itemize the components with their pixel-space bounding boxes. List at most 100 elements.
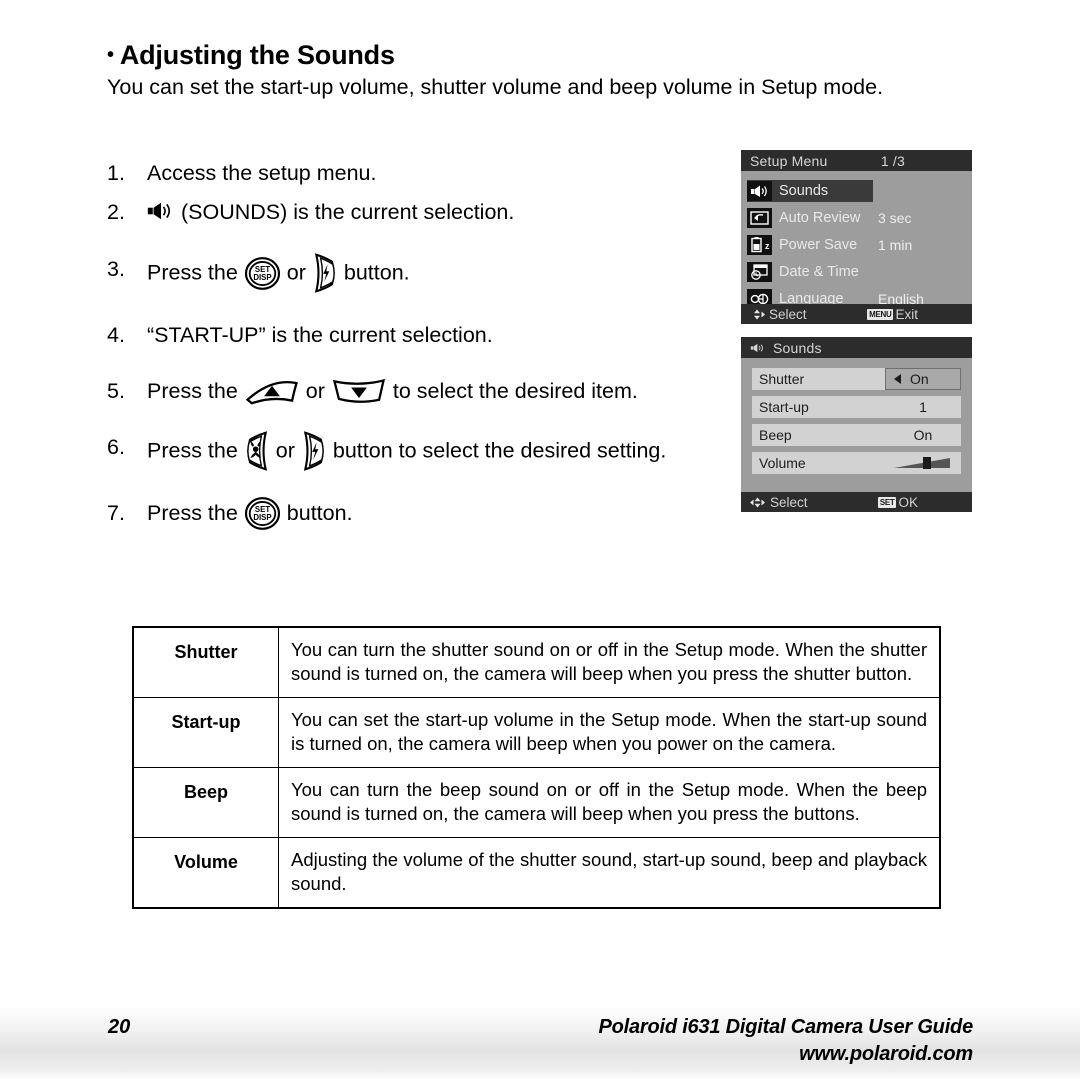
table-definition-startup: You can set the start-up volume in the S… xyxy=(278,697,941,768)
sounds-menu-footer: Select SET OK xyxy=(741,492,972,512)
sounds-row-beep[interactable]: Beep On xyxy=(752,424,961,446)
steps-list: 1. Access the setup menu. 2. (SOUNDS) is… xyxy=(107,158,727,542)
sounds-label-volume: Volume xyxy=(752,452,885,474)
step-4: 4. “START-UP” is the current selection. xyxy=(107,320,727,350)
setup-menu-label-sounds: Sounds xyxy=(779,182,829,199)
sounds-menu-ok-label: OK xyxy=(898,494,918,510)
power-save-icon: z xyxy=(747,234,772,255)
footer-branding: Polaroid i631 Digital Camera User Guide … xyxy=(598,1014,973,1068)
left-arrow-icon xyxy=(894,374,901,384)
table-row: Shutter You can turn the shutter sound o… xyxy=(132,626,941,698)
table-term-beep: Beep xyxy=(132,767,279,838)
step-5: 5. Press the or to select the desired it… xyxy=(107,376,727,406)
svg-text:DISP: DISP xyxy=(253,273,271,282)
setup-menu-value-auto-review: 3 sec xyxy=(878,209,912,226)
step-1-number: 1. xyxy=(107,161,125,185)
sounds-row-shutter[interactable]: Shutter On xyxy=(752,368,961,390)
guide-title: Polaroid i631 Digital Camera User Guide xyxy=(598,1016,973,1038)
step-4-text: “START-UP” is the current selection. xyxy=(147,323,493,347)
four-way-arrows-icon xyxy=(750,497,765,507)
step-2-number: 2. xyxy=(107,200,125,224)
table-row: Beep You can turn the beep sound on or o… xyxy=(132,767,941,838)
setup-menu-exit-label: Exit xyxy=(895,306,918,322)
table-term-startup: Start-up xyxy=(132,697,279,768)
flash-right-button-icon-2 xyxy=(303,431,324,472)
setup-menu-titlebar: Setup Menu 1 /3 xyxy=(741,150,972,171)
setup-menu-footer: Select MENU Exit xyxy=(741,304,972,324)
sounds-value-beep: On xyxy=(885,424,961,446)
intro-paragraph: You can set the start-up volume, shutter… xyxy=(107,75,884,99)
sounds-menu-select-label: Select xyxy=(770,494,808,510)
sounds-value-startup: 1 xyxy=(885,396,961,418)
step-1-text: Access the setup menu. xyxy=(147,161,377,185)
table-definition-volume: Adjusting the volume of the shutter soun… xyxy=(278,837,941,909)
sounds-row-startup[interactable]: Start-up 1 xyxy=(752,396,961,418)
auto-review-icon xyxy=(747,207,772,228)
table-term-volume: Volume xyxy=(132,837,279,909)
step-6-post: button to select the desired setting. xyxy=(332,439,667,463)
setup-menu-item-auto-review[interactable]: Auto Review 3 sec xyxy=(741,204,972,231)
svg-text:DISP: DISP xyxy=(253,513,271,522)
setup-menu-page-indicator: 1 /3 xyxy=(880,152,905,169)
setup-menu-screenshot: Setup Menu 1 /3 Sounds Auto Review 3 sec… xyxy=(741,150,972,324)
step-7: 7. Press the SET DISP button. xyxy=(107,497,727,531)
step-6-pre: Press the xyxy=(147,439,238,463)
step-5-pre: Press the xyxy=(147,379,238,403)
table-row: Volume Adjusting the volume of the shutt… xyxy=(132,837,941,909)
step-2: 2. (SOUNDS) is the current selection. xyxy=(107,197,727,227)
step-4-number: 4. xyxy=(107,323,125,347)
updown-right-arrows-icon xyxy=(754,309,765,319)
step-5-mid: or xyxy=(305,379,325,403)
down-arrow-button-icon xyxy=(332,379,385,404)
step-6-number: 6. xyxy=(107,435,125,460)
speaker-icon xyxy=(147,202,171,220)
setup-menu-value-power-save: 1 min xyxy=(878,236,913,253)
sounds-row-volume[interactable]: Volume xyxy=(752,452,961,474)
step-3-number: 3. xyxy=(107,257,125,281)
set-disp-button-icon-2: SET DISP xyxy=(244,497,280,531)
sounds-menu-title: Sounds xyxy=(773,339,822,356)
setup-menu-item-sounds[interactable]: Sounds xyxy=(741,177,972,204)
step-3-post: button. xyxy=(343,260,410,285)
page-title-text: Adjusting the Sounds xyxy=(119,40,395,70)
step-5-post: to select the desired item. xyxy=(392,379,638,403)
setup-menu-item-date-time[interactable]: Date & Time xyxy=(741,258,972,285)
sounds-menu-titlebar: Sounds xyxy=(741,337,972,358)
speaker-icon xyxy=(747,180,772,201)
volume-wedge-icon xyxy=(894,457,950,469)
step-6-mid: or xyxy=(275,439,295,463)
page-title: • Adjusting the Sounds xyxy=(107,40,395,71)
svg-text:z: z xyxy=(765,241,770,251)
website-url[interactable]: www.polaroid.com xyxy=(598,1041,973,1068)
bullet-icon: • xyxy=(107,44,114,66)
sounds-label-shutter: Shutter xyxy=(752,368,885,390)
set-disp-button-icon: SET DISP xyxy=(244,256,280,290)
up-arrow-button-icon xyxy=(245,381,298,405)
setup-menu-list: Sounds Auto Review 3 sec z Power Save 1 … xyxy=(741,171,972,309)
sound-settings-description-table: Shutter You can turn the shutter sound o… xyxy=(132,626,941,909)
step-3-pre: Press the xyxy=(147,260,238,285)
step-7-post: button. xyxy=(286,501,353,526)
table-term-shutter: Shutter xyxy=(132,626,279,698)
step-7-pre: Press the xyxy=(147,501,238,526)
step-6: 6. Press the or button to select the des… xyxy=(107,431,727,472)
sounds-menu-screenshot: Sounds Shutter On Start-up 1 Beep On Vol… xyxy=(741,337,972,512)
volume-slider[interactable] xyxy=(885,452,961,474)
sounds-menu-list: Shutter On Start-up 1 Beep On Volume xyxy=(741,358,972,492)
page-number: 20 xyxy=(108,1016,131,1038)
setup-menu-item-power-save[interactable]: z Power Save 1 min xyxy=(741,231,972,258)
sounds-value-shutter[interactable]: On xyxy=(885,368,961,390)
date-time-icon xyxy=(747,261,772,282)
macro-left-button-icon xyxy=(246,431,267,472)
menu-badge: MENU xyxy=(867,308,894,320)
step-7-number: 7. xyxy=(107,501,125,526)
step-3: 3. Press the SET DISP or button. xyxy=(107,253,727,294)
sounds-label-startup: Start-up xyxy=(752,396,885,418)
manual-page: • Adjusting the Sounds You can set the st… xyxy=(0,0,1080,1080)
flash-right-button-icon xyxy=(314,253,335,293)
table-definition-beep: You can turn the beep sound on or off in… xyxy=(278,767,941,838)
step-3-mid: or xyxy=(286,260,306,285)
table-row: Start-up You can set the start-up volume… xyxy=(132,697,941,768)
setup-menu-label-date-time: Date & Time xyxy=(779,263,859,280)
step-1: 1. Access the setup menu. xyxy=(107,158,727,188)
